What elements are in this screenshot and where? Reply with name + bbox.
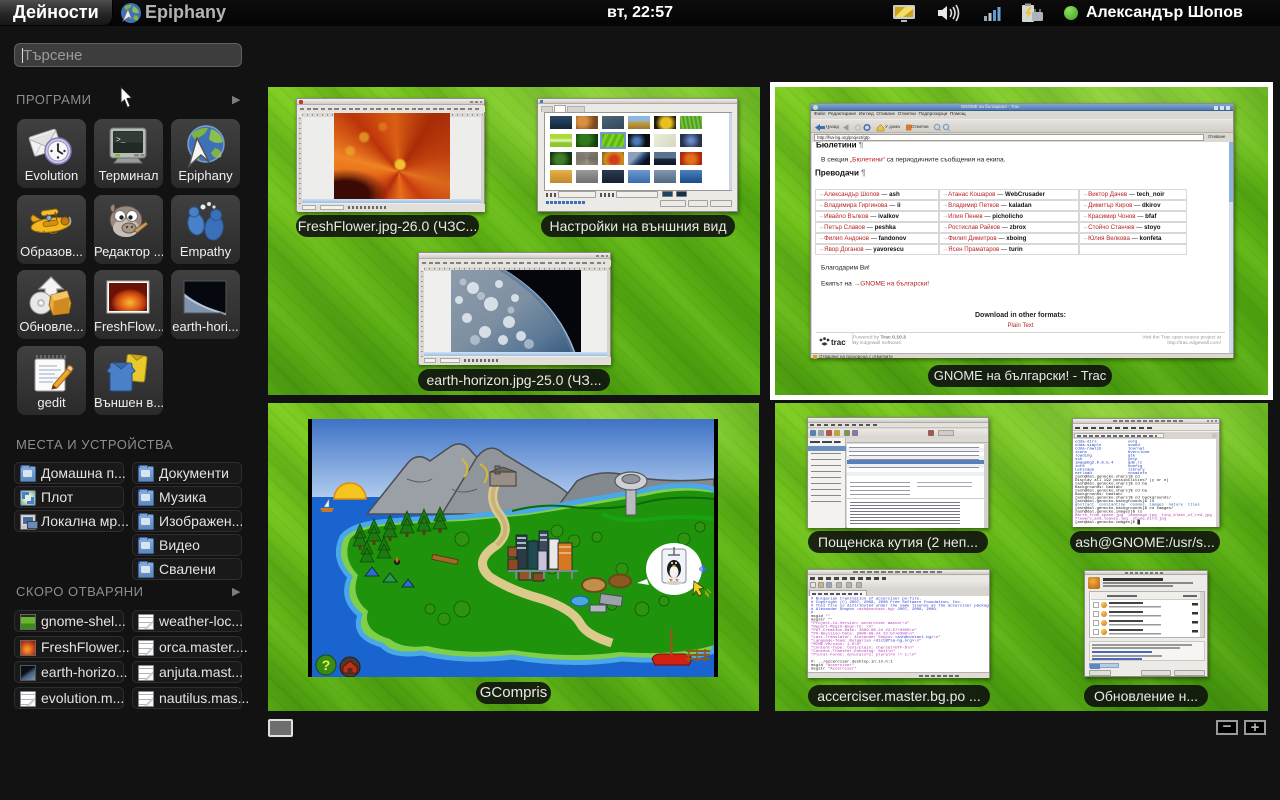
svg-text:>_: >_ — [116, 136, 126, 145]
svg-text:trac: trac — [831, 338, 846, 347]
svg-text:?: ? — [322, 657, 331, 673]
